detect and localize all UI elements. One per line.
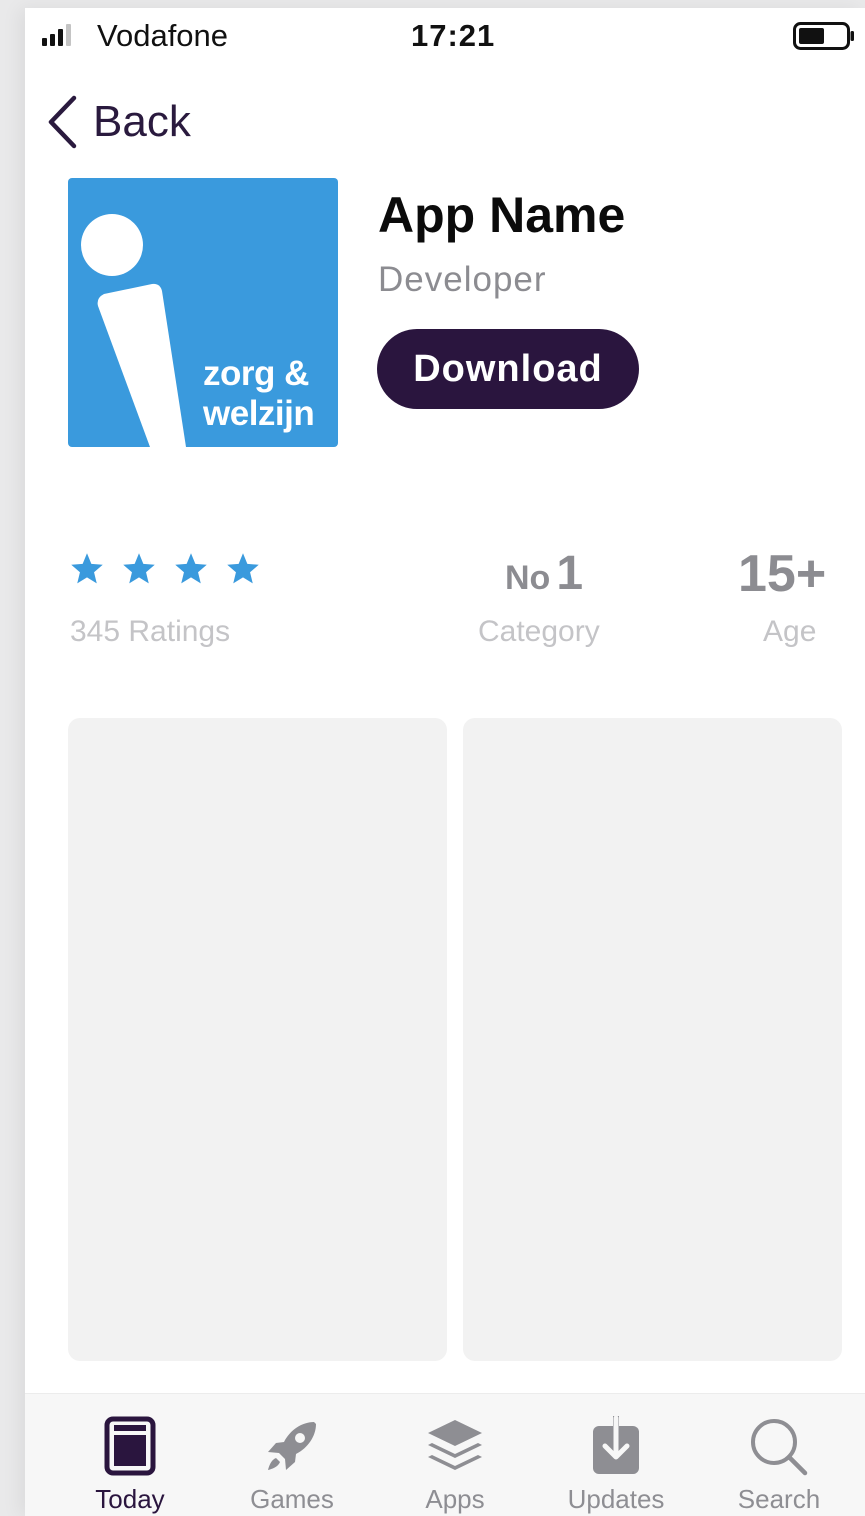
ratings-count: 345 Ratings (70, 615, 231, 648)
app-icon-text: zorg & welzijn (203, 354, 315, 433)
tab-bar: Today Games Apps Updates Search (25, 1393, 865, 1516)
chevron-left-icon (48, 95, 77, 149)
tab-apps[interactable]: Apps (385, 1394, 525, 1516)
status-bar: Vodafone 17:21 (25, 8, 865, 64)
category-label: Category (478, 615, 600, 648)
star-rating (69, 551, 261, 587)
back-label: Back (93, 97, 191, 146)
download-button[interactable]: Download (377, 329, 639, 409)
tab-search[interactable]: Search (709, 1394, 849, 1516)
developer-name[interactable]: Developer (378, 260, 547, 300)
age-rating: 15+ (738, 545, 827, 603)
star-icon (71, 553, 103, 584)
category-rank: No 1 (505, 547, 584, 600)
status-time: 17:21 (411, 18, 496, 53)
screenshot-preview[interactable] (68, 718, 447, 1361)
layers-icon (428, 1420, 482, 1470)
carrier-name: Vodafone (97, 18, 229, 53)
rocket-icon (268, 1422, 316, 1470)
signal-strength-icon (42, 24, 71, 46)
screenshot-preview[interactable] (463, 718, 842, 1361)
app-icon: zorg & welzijn (68, 178, 338, 447)
star-icon (175, 553, 207, 584)
tab-games[interactable]: Games (222, 1394, 362, 1516)
back-button[interactable]: Back (45, 94, 191, 150)
download-tray-icon (593, 1416, 639, 1474)
search-icon (751, 1419, 808, 1476)
today-icon (104, 1416, 156, 1476)
age-label: Age (763, 615, 817, 648)
tab-updates[interactable]: Updates (546, 1394, 686, 1516)
tab-today[interactable]: Today (60, 1394, 200, 1516)
app-name: App Name (378, 187, 626, 243)
star-icon (227, 553, 259, 584)
battery-icon (793, 22, 854, 50)
star-icon (123, 553, 155, 584)
phone-screen: Vodafone 17:21 Back zorg & welzijn App N… (25, 8, 865, 1516)
